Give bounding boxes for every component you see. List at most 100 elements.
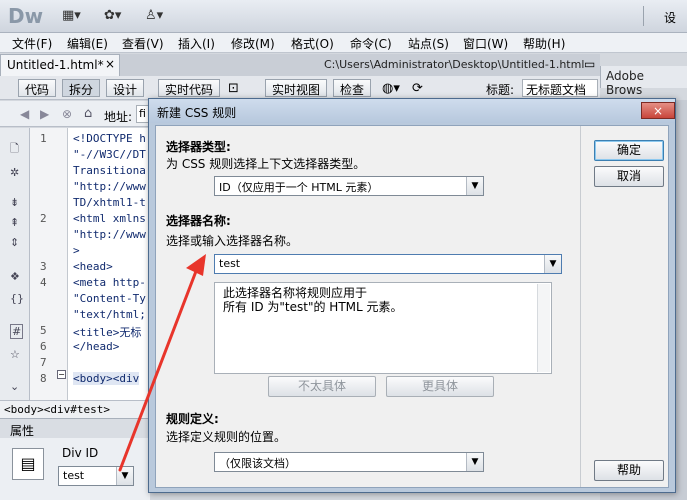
chevron-down-icon: ▼ [466, 453, 483, 471]
code-line: "Content-Ty [73, 292, 146, 305]
tag-selector[interactable]: <body><div#test> [0, 400, 150, 418]
inspect-button[interactable]: 检查 [333, 79, 372, 97]
open-documents-icon[interactable]: 🗋 [10, 140, 19, 159]
document-toolbar: 代码 拆分 设计 实时代码 ⊡ 实时视图 检查 ◍▾ ⟳ 标题: 无标题文档 [0, 76, 600, 100]
document-tab[interactable]: Untitled-1.html* × [0, 54, 120, 76]
check-icon[interactable]: ⊡ [228, 81, 239, 96]
more-specific-button[interactable]: 更具体 [386, 376, 494, 397]
close-icon[interactable]: × [105, 57, 115, 71]
less-specific-button[interactable]: 不太具体 [268, 376, 376, 397]
design-view-button[interactable]: 设计 [106, 79, 145, 97]
div-id-value: test [63, 469, 85, 482]
scrollbar[interactable] [537, 284, 550, 372]
selector-type-value: ID（仅应用于一个 HTML 元素） [219, 181, 379, 194]
menu-commands[interactable]: 命令(C) [350, 35, 392, 52]
menu-bar: 文件(F) 编辑(E) 查看(V) 插入(I) 修改(M) 格式(O) 命令(C… [0, 33, 687, 53]
restore-icon[interactable]: ▭ [584, 57, 595, 71]
code-line: <html xmlns [73, 212, 146, 225]
code-editor[interactable]: <!DOCTYPE h "-//W3C//DT Transitiona "htt… [68, 128, 152, 400]
selector-type-select[interactable]: ID（仅应用于一个 HTML 元素） ▼ [214, 176, 484, 196]
code-line: </head> [73, 340, 120, 353]
menu-window[interactable]: 窗口(W) [463, 35, 508, 52]
more-icon[interactable]: ⌄ [10, 380, 19, 393]
properties-panel-header: 属性 [0, 418, 150, 438]
address-bar: ◀ ▶ ⊗ ⌂ 地址: fi [0, 101, 150, 127]
live-view-button[interactable]: 实时视图 [265, 79, 328, 97]
collapse-icon[interactable]: ✲ [10, 166, 19, 179]
uncomment-icon[interactable]: ☆ [10, 348, 20, 361]
forward-icon[interactable]: ▶ [40, 107, 49, 121]
layout-icon[interactable]: ▦▾ [62, 8, 81, 23]
collapse-tag-icon[interactable]: ⇞ [10, 216, 19, 229]
coding-toolbar: 🗋 ✲ ⇟ ⇞ ⇕ ❖ {} # ☆ ⌄ [0, 128, 30, 400]
title-bar: Dw ▦▾ ✿▾ ♙▾ 设 [0, 0, 687, 33]
menu-modify[interactable]: 修改(M) [231, 35, 275, 52]
highlight-icon[interactable]: {} [10, 292, 24, 305]
code-line: "http://www [73, 180, 146, 193]
expand-tag-icon[interactable]: ⇟ [10, 196, 19, 209]
dialog-body: 选择器类型: 为 CSS 规则选择上下文选择器类型。 ID（仅应用于一个 HTM… [155, 125, 669, 488]
adobe-browserlab-panel-tab[interactable]: Adobe Brows [600, 66, 687, 97]
menu-view[interactable]: 查看(V) [122, 35, 164, 52]
line-numbers-icon[interactable]: ❖ [10, 270, 20, 283]
refresh-icon[interactable]: ⟳ [412, 81, 423, 96]
chevron-down-icon: ▼ [116, 467, 133, 485]
menu-format[interactable]: 格式(O) [291, 35, 334, 52]
expand-all-icon[interactable]: ⇕ [10, 236, 19, 249]
stop-icon[interactable]: ⊗ [62, 107, 72, 121]
properties-tab[interactable]: 属性 [10, 422, 34, 439]
line-number: 8 [40, 372, 47, 385]
code-line: <title>无标 [73, 326, 142, 339]
back-icon[interactable]: ◀ [20, 107, 29, 121]
rule-definition-select[interactable]: （仅限该文档） ▼ [214, 452, 484, 472]
div-id-select[interactable]: test ▼ [58, 466, 134, 486]
gear-icon[interactable]: ✿▾ [104, 8, 121, 23]
rule-definition-value: （仅限该文档） [219, 457, 296, 470]
title-label: 标题: [486, 83, 515, 97]
selector-name-value: test [219, 257, 241, 270]
divider [643, 6, 644, 26]
ok-button[interactable]: 确定 [594, 140, 664, 161]
dreamweaver-logo: Dw [8, 4, 44, 28]
code-line: "http://www [73, 228, 146, 241]
code-line: <!DOCTYPE h [73, 132, 146, 145]
tag-path[interactable]: <body><div#test> [4, 403, 110, 416]
code-line: <meta http- [73, 276, 146, 289]
line-number: 4 [40, 276, 47, 289]
help-button[interactable]: 帮助 [594, 460, 664, 481]
settings-button-partial[interactable]: 设 [664, 9, 676, 26]
line-number: 6 [40, 340, 47, 353]
document-tab-bar: Untitled-1.html* × C:\Users\Administrato… [0, 54, 600, 76]
selector-name-combobox[interactable]: test ▼ [214, 254, 562, 274]
split-view-button[interactable]: 拆分 [62, 79, 101, 97]
document-tab-label: Untitled-1.html* [7, 58, 104, 72]
menu-insert[interactable]: 插入(I) [178, 35, 215, 52]
code-line: Transitiona [73, 164, 146, 177]
line-number: 2 [40, 212, 47, 225]
panel-title: Adobe Brows [606, 69, 644, 97]
description-line: 此选择器名称将规则应用于 [223, 286, 368, 300]
code-line: <body><div [73, 372, 140, 385]
fold-toggle-icon[interactable]: − [57, 370, 66, 379]
globe-icon[interactable]: ◍▾ [382, 81, 400, 96]
div-icon: ▤ [12, 448, 44, 480]
site-icon[interactable]: ♙▾ [145, 8, 163, 23]
selector-name-hint: 选择或输入选择器名称。 [166, 234, 299, 248]
selector-type-hint: 为 CSS 规则选择上下文选择器类型。 [166, 157, 366, 171]
address-label: 地址: [104, 110, 133, 124]
home-icon[interactable]: ⌂ [84, 106, 92, 121]
dialog-close-button[interactable]: × [641, 102, 675, 119]
menu-site[interactable]: 站点(S) [408, 35, 449, 52]
title-input[interactable]: 无标题文档 [522, 79, 598, 97]
menu-file[interactable]: 文件(F) [12, 35, 52, 52]
menu-edit[interactable]: 编辑(E) [67, 35, 108, 52]
rule-definition-hint: 选择定义规则的位置。 [166, 430, 287, 444]
line-number: 7 [40, 356, 47, 369]
code-view-button[interactable]: 代码 [18, 79, 57, 97]
menu-help[interactable]: 帮助(H) [523, 35, 565, 52]
cancel-button[interactable]: 取消 [594, 166, 664, 187]
code-line: > [73, 244, 80, 257]
selector-description: 此选择器名称将规则应用于 所有 ID 为"test"的 HTML 元素。 [214, 282, 552, 374]
comment-icon[interactable]: # [10, 324, 24, 339]
live-code-button[interactable]: 实时代码 [158, 79, 221, 97]
